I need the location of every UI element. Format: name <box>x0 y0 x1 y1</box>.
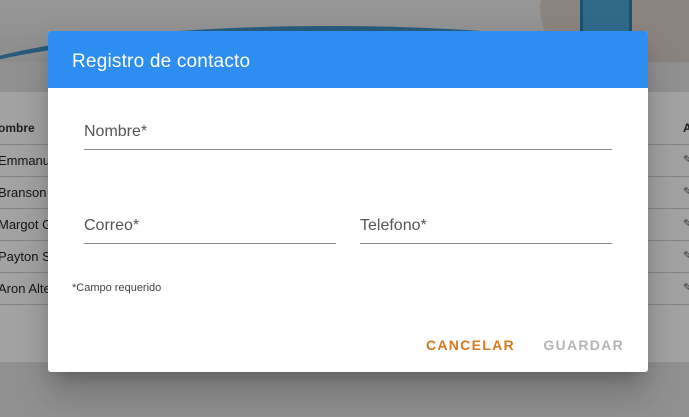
required-hint: *Campo requerido <box>72 282 162 294</box>
correo-input[interactable] <box>84 217 336 244</box>
dialog-title: Registro de contacto <box>48 31 648 88</box>
contact-dialog: Registro de contacto *Campo requerido CA… <box>48 31 648 372</box>
dialog-actions: CANCELAR GUARDAR <box>402 337 624 355</box>
telefono-input[interactable] <box>360 217 612 244</box>
nombre-field <box>84 123 612 150</box>
telefono-field <box>360 217 612 244</box>
save-button[interactable]: GUARDAR <box>543 337 624 353</box>
correo-field <box>84 217 336 244</box>
nombre-input[interactable] <box>84 123 612 150</box>
cancel-button[interactable]: CANCELAR <box>426 337 515 353</box>
